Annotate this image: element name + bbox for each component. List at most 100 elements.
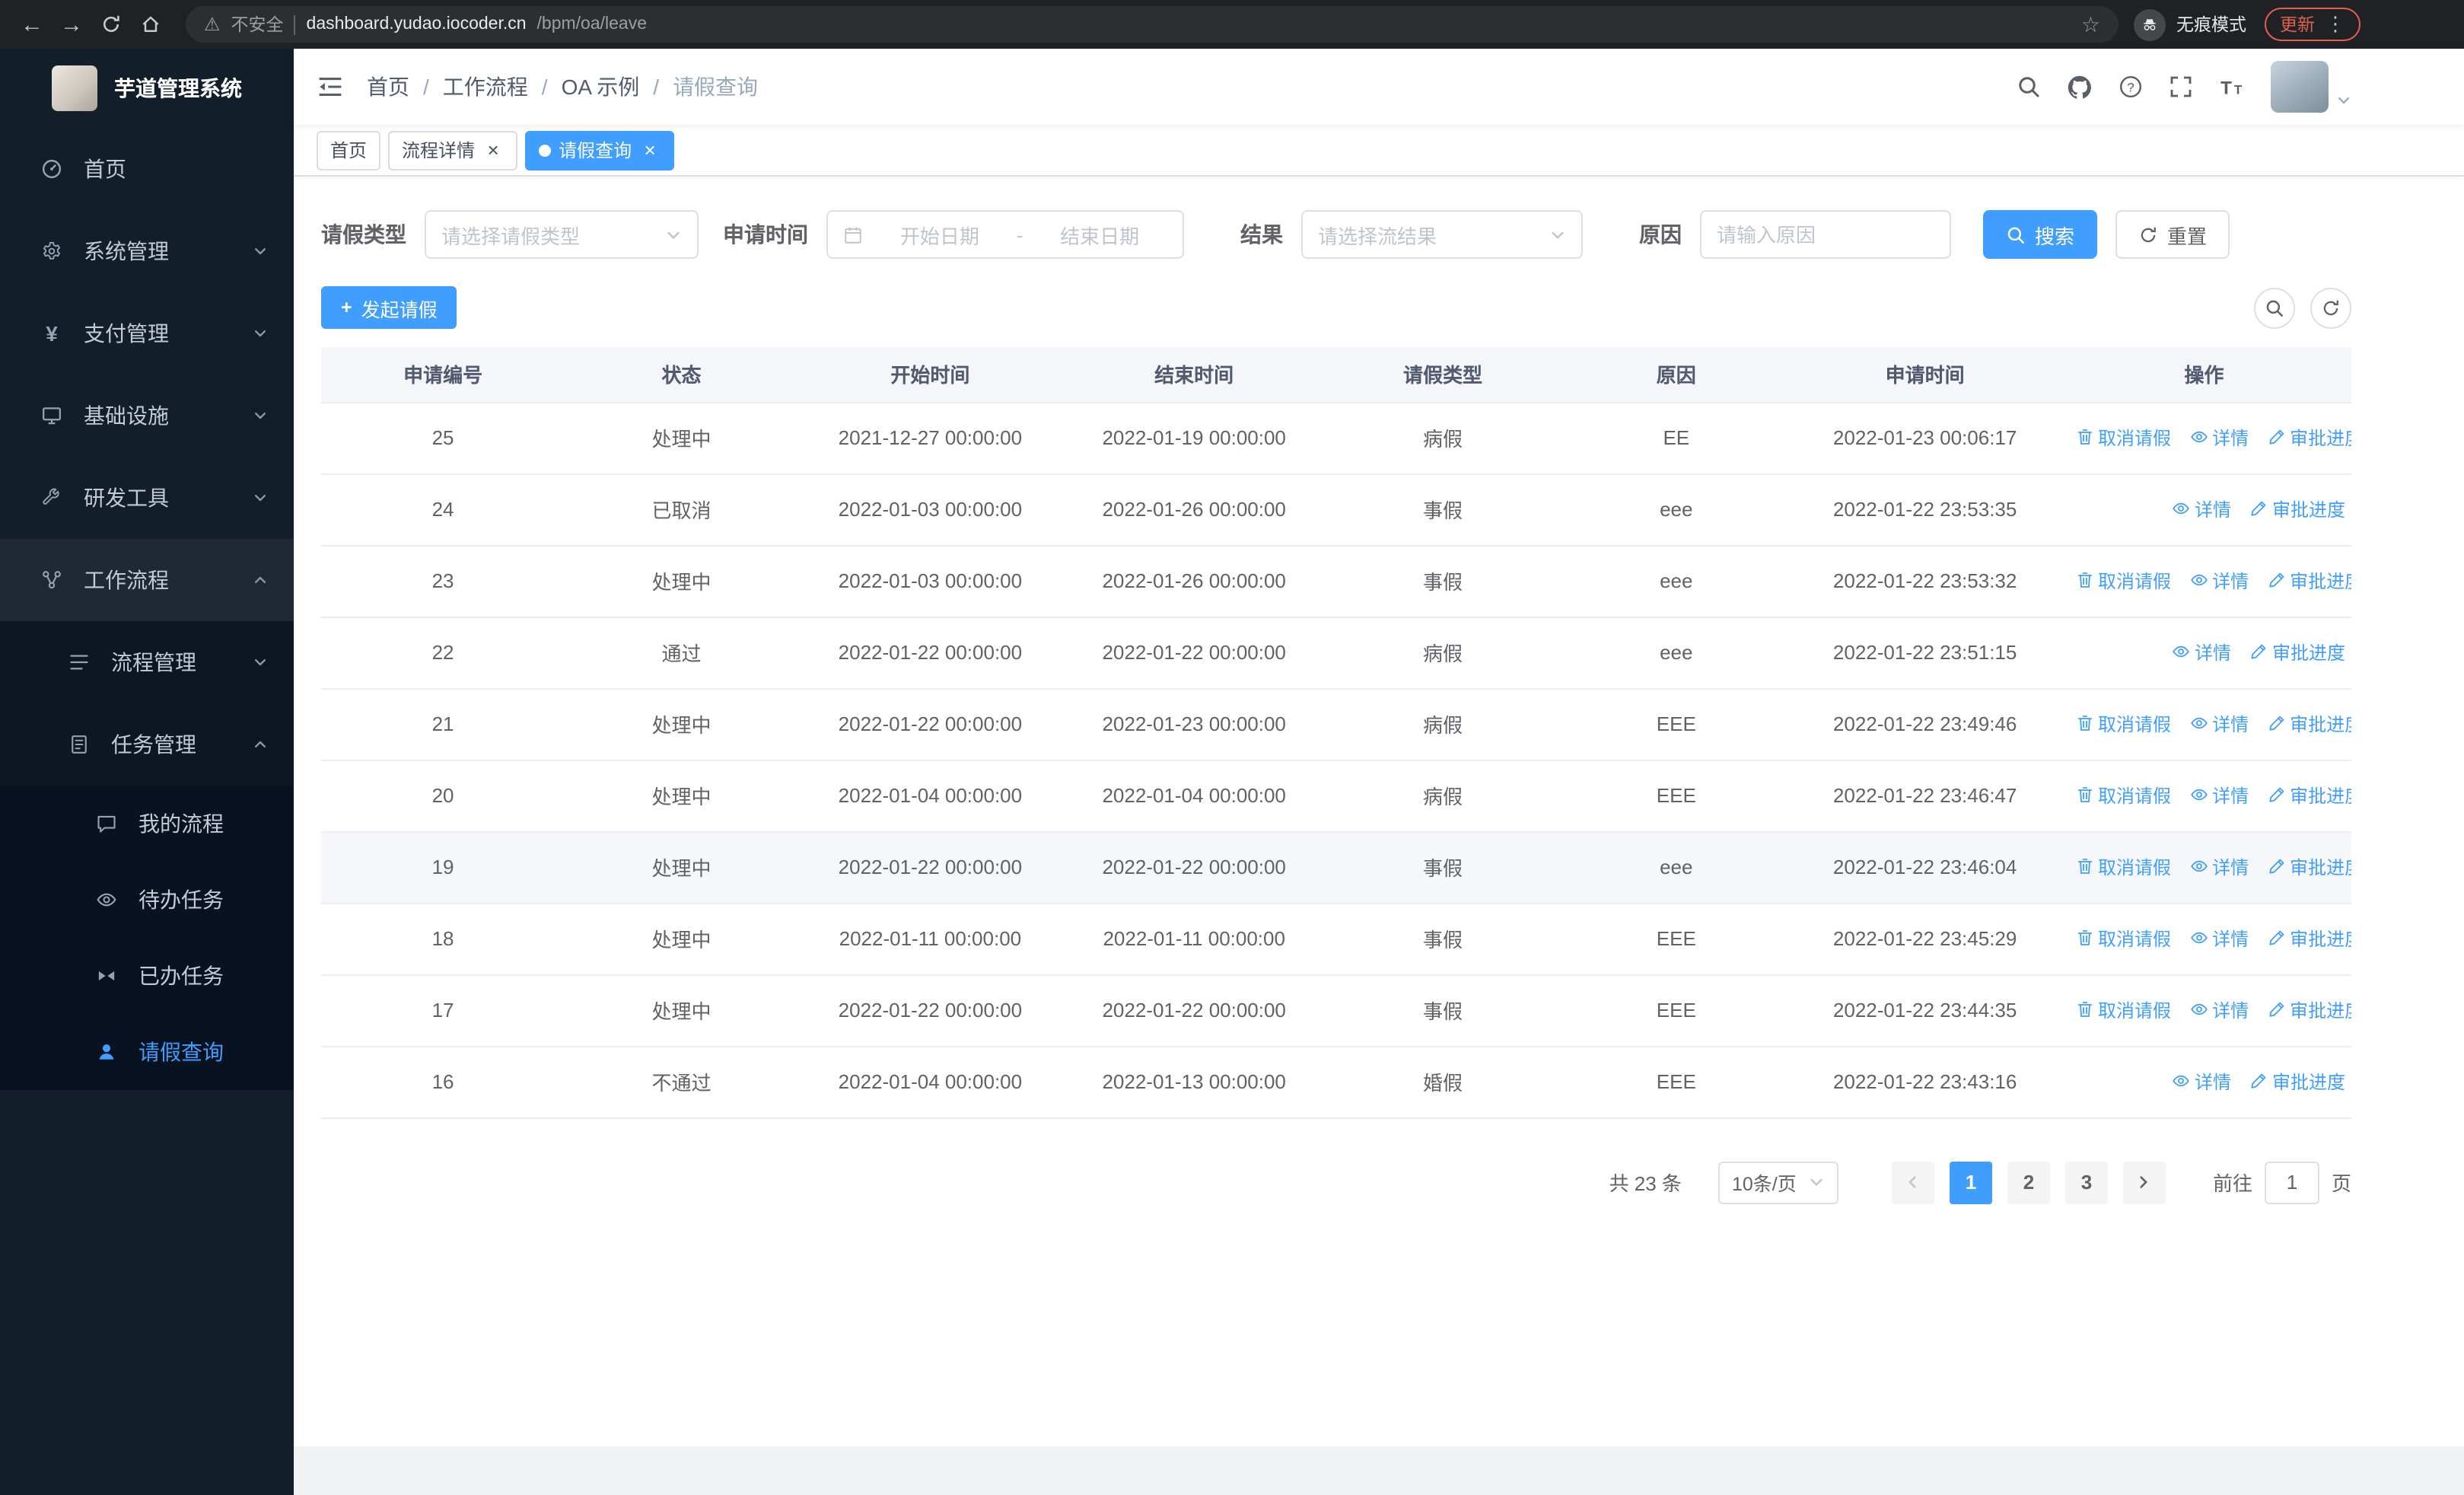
goto-page-input[interactable] — [2264, 1161, 2319, 1203]
detail-link[interactable]: 详情 — [2189, 568, 2249, 594]
cancel-link[interactable]: 取消请假 — [2075, 854, 2171, 880]
cancel-link[interactable]: 取消请假 — [2075, 568, 2171, 594]
tags-view: 首页 流程详情 × 请假查询 × — [294, 125, 2464, 177]
refresh-table-button[interactable] — [2310, 287, 2351, 328]
header-search-button[interactable] — [2017, 75, 2041, 99]
pen-icon — [2267, 429, 2285, 447]
tab-label: 请假查询 — [559, 140, 632, 161]
sidebar-item-process-mgmt[interactable]: 流程管理 — [0, 621, 294, 703]
page-button-2[interactable]: 2 — [2007, 1161, 2050, 1203]
detail-link[interactable]: 详情 — [2189, 997, 2249, 1023]
reason-input[interactable] — [1717, 223, 1934, 246]
active-tab-dot — [539, 144, 552, 156]
browser-menu-icon[interactable]: ⋮ — [2326, 12, 2345, 37]
address-bar[interactable]: ⚠ 不安全 dashboard.yudao.iocoder.cn/bpm/oa/… — [186, 6, 2119, 43]
end-date-input[interactable]: 结束日期 — [1032, 220, 1167, 249]
sidebar-item-done-tasks[interactable]: 已办任务 — [0, 938, 294, 1014]
font-size-button[interactable]: TT — [2219, 75, 2245, 98]
progress-link[interactable]: 审批进度 — [2249, 1069, 2345, 1095]
breadcrumb-item[interactable]: OA 示例 — [562, 72, 640, 102]
chevron-down-icon — [253, 408, 268, 423]
progress-link[interactable]: 审批进度 — [2249, 639, 2345, 665]
sidebar-item-leave-query[interactable]: 请假查询 — [0, 1014, 294, 1090]
sidebar-item-system[interactable]: 系统管理 — [0, 210, 294, 292]
sidebar-item-task-mgmt[interactable]: 任务管理 — [0, 703, 294, 786]
cell-id: 18 — [321, 903, 565, 975]
sidebar-item-todo-tasks[interactable]: 待办任务 — [0, 862, 294, 938]
close-icon[interactable]: × — [639, 139, 661, 161]
fullscreen-button[interactable] — [2169, 75, 2193, 99]
progress-link[interactable]: 审批进度 — [2267, 854, 2351, 880]
detail-link[interactable]: 详情 — [2172, 1069, 2231, 1095]
progress-link[interactable]: 审批进度 — [2267, 711, 2351, 737]
detail-link[interactable]: 详情 — [2189, 854, 2249, 880]
refresh-icon — [2141, 226, 2156, 242]
cancel-link[interactable]: 取消请假 — [2075, 425, 2171, 451]
detail-link[interactable]: 详情 — [2189, 425, 2249, 451]
cell-actions: 取消请假 详情 审批进度 — [2057, 831, 2351, 904]
cancel-link[interactable]: 取消请假 — [2075, 783, 2171, 808]
start-date-input[interactable]: 开始日期 — [872, 220, 1008, 249]
detail-link[interactable]: 详情 — [2172, 639, 2231, 665]
progress-link[interactable]: 审批进度 — [2267, 783, 2351, 808]
cancel-link[interactable]: 取消请假 — [2075, 711, 2171, 737]
app-logo[interactable]: 芋道管理系统 — [0, 49, 294, 128]
search-button[interactable]: 搜索 — [1983, 210, 2098, 259]
close-icon[interactable]: × — [482, 139, 504, 161]
tab-process-detail[interactable]: 流程详情 × — [388, 130, 518, 170]
tab-home[interactable]: 首页 — [317, 130, 381, 170]
date-range-picker[interactable]: 开始日期 - 结束日期 — [826, 210, 1184, 259]
cancel-link[interactable]: 取消请假 — [2075, 926, 2171, 952]
browser-update-button[interactable]: 更新 ⋮ — [2265, 8, 2361, 41]
cell-id: 20 — [321, 760, 565, 832]
user-menu[interactable] — [2271, 61, 2351, 113]
help-button[interactable]: ? — [2119, 75, 2143, 99]
create-leave-button[interactable]: + 发起请假 — [321, 286, 457, 329]
leave-type-select[interactable]: 请选择请假类型 — [425, 210, 699, 259]
page-size-select[interactable]: 10条/页 — [1717, 1161, 1838, 1203]
detail-label: 详情 — [2212, 713, 2249, 735]
github-link-button[interactable] — [2067, 74, 2093, 100]
bookmark-star-icon[interactable]: ☆ — [2081, 11, 2100, 37]
reset-button[interactable]: 重置 — [2115, 210, 2230, 259]
browser-forward-button[interactable]: → — [52, 5, 91, 44]
sidebar-item-my-process[interactable]: 我的流程 — [0, 786, 294, 862]
cell-start: 2022-01-11 00:00:00 — [797, 903, 1062, 975]
toggle-search-button[interactable] — [2254, 287, 2295, 328]
prev-page-button[interactable] — [1891, 1161, 1934, 1203]
page-button-1[interactable]: 1 — [1949, 1161, 1992, 1203]
eye-icon — [2172, 1073, 2190, 1091]
page-button-3[interactable]: 3 — [2064, 1161, 2108, 1203]
progress-link[interactable]: 审批进度 — [2267, 997, 2351, 1023]
leave-type-label: 请假类型 — [321, 222, 406, 247]
next-page-button[interactable] — [2122, 1161, 2166, 1203]
sidebar-item-workflow[interactable]: 工作流程 — [0, 539, 294, 621]
sidebar-item-dev-tools[interactable]: 研发工具 — [0, 457, 294, 539]
result-select[interactable]: 请选择流结果 — [1301, 210, 1583, 259]
sidebar-toggle-button[interactable] — [294, 49, 367, 125]
detail-link[interactable]: 详情 — [2172, 496, 2231, 522]
sidebar-item-infrastructure[interactable]: 基础设施 — [0, 375, 294, 457]
sidebar-item-label: 待办任务 — [138, 888, 224, 912]
detail-link[interactable]: 详情 — [2189, 926, 2249, 952]
sidebar-item-payment[interactable]: ¥ 支付管理 — [0, 292, 294, 375]
breadcrumb-item[interactable]: 工作流程 — [443, 72, 528, 102]
detail-link[interactable]: 详情 — [2189, 783, 2249, 808]
cancel-link[interactable]: 取消请假 — [2075, 997, 2171, 1023]
detail-link[interactable]: 详情 — [2189, 711, 2249, 737]
sidebar-item-home[interactable]: 首页 — [0, 128, 294, 210]
breadcrumb: 首页 / 工作流程 / OA 示例 / 请假查询 — [367, 72, 758, 102]
progress-link[interactable]: 审批进度 — [2267, 425, 2351, 451]
progress-link[interactable]: 审批进度 — [2267, 926, 2351, 952]
pen-icon — [2249, 643, 2268, 661]
cell-status: 处理中 — [565, 545, 798, 617]
cell-actions: 详情 审批进度 — [2057, 1046, 2351, 1118]
progress-link[interactable]: 审批进度 — [2267, 568, 2351, 594]
browser-back-button[interactable]: ← — [12, 5, 52, 44]
browser-home-button[interactable] — [131, 5, 170, 44]
cell-actions: 取消请假 详情 审批进度 — [2057, 903, 2351, 975]
tab-leave-query[interactable]: 请假查询 × — [525, 130, 675, 170]
breadcrumb-item[interactable]: 首页 — [367, 72, 409, 102]
browser-refresh-button[interactable] — [91, 5, 131, 44]
progress-link[interactable]: 审批进度 — [2249, 496, 2345, 522]
